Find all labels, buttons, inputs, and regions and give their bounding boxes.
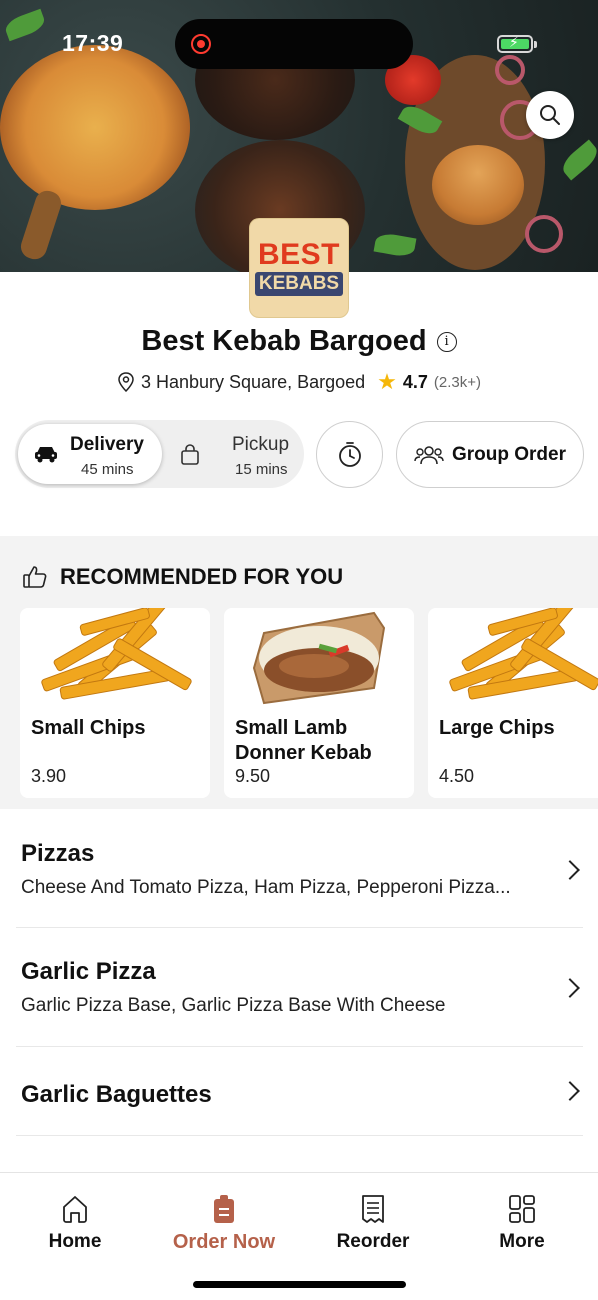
recommended-section: RECOMMENDED FOR YOU Small Chips 3.90 Sma…	[0, 536, 598, 809]
recording-icon	[191, 34, 211, 54]
fulfillment-toggle: Delivery 45 mins Pickup 15 mins	[15, 420, 304, 488]
category-name: Garlic Baguettes	[21, 1081, 212, 1108]
rating-value: 4.7	[402, 371, 428, 392]
recommended-card[interactable]: Large Chips 4.50	[428, 608, 598, 798]
item-name: Small Lamb Donner Kebab	[235, 717, 372, 764]
info-icon[interactable]: i	[436, 331, 457, 352]
tab-home[interactable]: Home	[0, 1173, 150, 1273]
menu-category-row[interactable]: Garlic Pizza Garlic Pizza Base, Garlic P…	[16, 928, 583, 1047]
group-order-label: Group Order	[451, 443, 566, 465]
delivery-time: 45 mins	[81, 461, 134, 478]
tab-label: More	[499, 1231, 545, 1252]
tab-label: Reorder	[336, 1231, 410, 1252]
home-icon	[63, 1196, 87, 1223]
pizza-board-handle	[17, 187, 65, 263]
item-price: 9.50	[235, 766, 271, 786]
schedule-button[interactable]	[316, 421, 383, 488]
grid-icon	[509, 1195, 535, 1223]
herb-leaf	[373, 231, 417, 259]
location-pin-icon	[118, 372, 134, 392]
herb-leaf	[2, 8, 48, 42]
restaurant-name: Best Kebab Bargoed	[141, 325, 427, 357]
star-icon: ★	[377, 369, 397, 394]
search-button[interactable]	[526, 91, 574, 139]
recommended-card[interactable]: Small Chips 3.90	[20, 608, 210, 798]
restaurant-address: 3 Hanbury Square, Bargoed	[140, 371, 366, 392]
restaurant-logo: BEST KEBABS	[249, 218, 349, 318]
home-indicator	[193, 1281, 406, 1288]
kebab-box-image	[252, 611, 386, 705]
receipt-icon	[362, 1195, 384, 1223]
timer-icon	[338, 441, 361, 467]
restaurant-header: Best Kebab Bargoed i	[0, 325, 598, 358]
category-items: Cheese And Tomato Pizza, Ham Pizza, Pepp…	[21, 877, 511, 898]
item-name: Small Chips	[31, 717, 146, 739]
chevron-right-icon	[560, 860, 580, 880]
order-bag-icon	[214, 1195, 234, 1223]
car-icon	[35, 447, 57, 463]
category-items: Garlic Pizza Base, Garlic Pizza Base Wit…	[21, 995, 446, 1016]
recommended-card[interactable]: Small Lamb Donner Kebab 9.50	[224, 608, 414, 798]
category-name: Pizzas	[21, 840, 95, 867]
logo-text-top: BEST	[257, 238, 340, 271]
pizza-image	[0, 45, 190, 210]
chevron-right-icon	[560, 978, 580, 998]
delivery-label: Delivery	[70, 434, 144, 455]
menu-category-row[interactable]: Pizzas Cheese And Tomato Pizza, Ham Pizz…	[16, 830, 583, 928]
menu-category-row[interactable]: Garlic Baguettes	[16, 1047, 583, 1136]
onion-ring	[525, 215, 563, 253]
burger-image	[432, 145, 524, 225]
chips-image	[449, 608, 598, 700]
category-name: Garlic Pizza	[21, 958, 156, 985]
group-order-button[interactable]: Group Order	[396, 421, 584, 488]
review-count: (2.3k+)	[433, 373, 482, 391]
tab-order-now[interactable]: Order Now	[149, 1173, 299, 1273]
recommended-title: RECOMMENDED FOR YOU	[60, 564, 344, 589]
dynamic-island	[175, 19, 413, 69]
search-icon	[540, 105, 560, 125]
group-icon	[414, 445, 444, 464]
delivery-option[interactable]: Delivery 45 mins	[18, 424, 162, 484]
item-price: 4.50	[439, 766, 475, 786]
battery-icon: ⚡	[497, 34, 537, 53]
tab-label: Order Now	[172, 1231, 276, 1253]
tab-more[interactable]: More	[447, 1173, 597, 1273]
address-row: 3 Hanbury Square, Bargoed ★ 4.7 (2.3k+)	[0, 369, 598, 395]
tab-label: Home	[48, 1231, 102, 1252]
pickup-option[interactable]: Pickup 15 mins	[165, 424, 301, 484]
status-time: 17:39	[62, 30, 124, 56]
item-name: Large Chips	[439, 717, 555, 739]
thumbs-up-icon	[23, 566, 47, 588]
recommended-heading: RECOMMENDED FOR YOU	[22, 564, 343, 590]
shopping-bag-icon	[181, 444, 199, 465]
herb-leaf	[558, 139, 598, 181]
onion-ring	[495, 55, 525, 85]
chips-image	[41, 608, 192, 700]
pickup-label: Pickup	[232, 434, 290, 455]
chevron-right-icon	[560, 1081, 580, 1101]
item-price: 3.90	[31, 766, 67, 786]
logo-text-bottom: KEBABS	[254, 272, 344, 296]
pickup-time: 15 mins	[235, 461, 288, 478]
tab-reorder[interactable]: Reorder	[298, 1173, 448, 1273]
